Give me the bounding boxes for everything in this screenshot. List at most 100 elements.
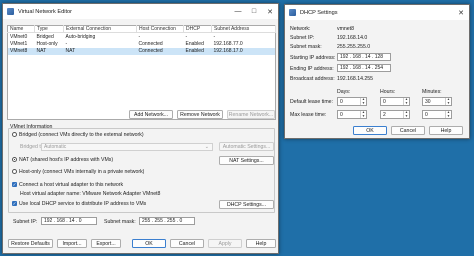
cell-host: Connected — [136, 47, 184, 56]
table-row-selected[interactable]: VMnet8 NAT NAT Connected Enabled 192.168… — [7, 47, 276, 56]
add-network-button[interactable]: Add Network... — [129, 110, 173, 119]
spinner-value: 2 — [383, 111, 386, 118]
default-lease-label: Default lease time: — [290, 99, 333, 105]
dhcp-cancel-button[interactable]: Cancel — [391, 126, 425, 135]
dhcp-settings-button[interactable]: DHCP Settings... — [219, 200, 274, 209]
bridged-to-value: Automatic — [44, 144, 67, 150]
bridged-radio[interactable] — [12, 132, 17, 137]
connect-adapter-label[interactable]: Connect a host virtual adapter to this n… — [19, 182, 123, 188]
vmware-app-icon — [7, 8, 14, 15]
cell-name: VMnet0 — [10, 33, 28, 40]
nat-settings-button[interactable]: NAT Settings... — [219, 156, 274, 165]
rename-network-button[interactable]: Rename Network... — [227, 110, 275, 119]
host-only-radio[interactable] — [12, 169, 17, 174]
cell-dhcp: Enabled — [183, 47, 212, 56]
column-header[interactable]: DHCP — [183, 25, 212, 34]
max-lease-days-spinner[interactable]: 0 ▲ ▼ — [337, 110, 367, 119]
bridged-to-select[interactable]: Automatic ⌄ — [41, 143, 213, 151]
spinner-value: 0 — [383, 98, 386, 105]
table-header-row: Name Type External Connection Host Conne… — [7, 25, 276, 34]
subnet-ip-field[interactable]: 192 . 168 . 14 . 0 — [41, 217, 97, 225]
window-controls: — □ ✕ — [230, 4, 278, 19]
bridged-radio-label[interactable]: Bridged (connect VMs directly to the ext… — [19, 132, 144, 138]
cell-subnet: - — [213, 33, 216, 40]
subnet-mask-value: 255.255.255.0 — [337, 44, 371, 50]
column-header[interactable]: Host Connection — [136, 25, 184, 34]
help-button[interactable]: Help — [246, 239, 276, 248]
broadcast-value: 192.168.14.255 — [337, 76, 374, 82]
broadcast-label: Broadcast address: — [290, 76, 335, 82]
maximize-button[interactable]: □ — [246, 4, 262, 19]
chevron-down-icon: ⌄ — [204, 144, 209, 150]
use-dhcp-label[interactable]: Use local DHCP service to distribute IP … — [19, 201, 146, 207]
default-lease-hours-spinner[interactable]: 0 ▲ ▼ — [380, 97, 410, 106]
spinner-value: 0 — [340, 111, 343, 118]
apply-button[interactable]: Apply — [208, 239, 242, 248]
spinner-arrows-icon[interactable]: ▲ ▼ — [445, 110, 451, 118]
restore-defaults-button[interactable]: Restore Defaults — [8, 239, 53, 248]
spinner-arrows-icon[interactable]: ▲ ▼ — [403, 97, 409, 105]
host-only-radio-label[interactable]: Host-only (connect VMs internally in a p… — [19, 169, 144, 175]
cell-dhcp: Enabled — [185, 40, 204, 47]
spinner-value: 0 — [425, 111, 428, 118]
subnet-ip-label: Subnet IP: — [13, 219, 38, 225]
subnet-ip-value: 192.168.14.0 — [337, 35, 368, 41]
networks-table: Name Type External Connection Host Conne… — [7, 25, 276, 120]
max-lease-hours-spinner[interactable]: 2 ▲ ▼ — [380, 110, 410, 119]
use-dhcp-checkbox[interactable]: ✓ — [12, 201, 17, 206]
default-lease-days-spinner[interactable]: 0 ▲ ▼ — [337, 97, 367, 106]
import-button[interactable]: Import... — [57, 239, 87, 248]
nat-radio-label[interactable]: NAT (shared host's IP address with VMs) — [19, 157, 113, 163]
cell-external: - — [65, 40, 68, 47]
automatic-settings-button[interactable]: Automatic Settings... — [219, 142, 274, 151]
starting-ip-field[interactable]: 192 . 168 . 14 . 128 — [337, 53, 391, 61]
ending-ip-field[interactable]: 192 . 168 . 14 . 254 — [337, 64, 391, 72]
window-title: Virtual Network Editor — [18, 8, 72, 15]
network-value: vmnet8 — [337, 26, 355, 32]
virtual-network-editor-window: Virtual Network Editor — □ ✕ Name Type E… — [2, 3, 279, 254]
table-row[interactable]: VMnet0 Bridged Auto-bridging - - - — [8, 33, 276, 40]
dhcp-help-button[interactable]: Help — [429, 126, 463, 135]
spinner-arrows-icon[interactable]: ▲ ▼ — [445, 97, 451, 105]
cell-type: Host-only — [36, 40, 58, 47]
table-row[interactable]: VMnet1 Host-only - Connected Enabled 192… — [8, 40, 276, 47]
ok-button[interactable]: OK — [132, 239, 166, 248]
adapter-name-text: Host virtual adapter name: VMware Networ… — [20, 191, 161, 197]
close-button[interactable]: ✕ — [262, 4, 278, 19]
spinner-value: 0 — [340, 98, 343, 105]
ending-ip-label: Ending IP address: — [290, 66, 334, 72]
spinner-arrows-icon[interactable]: ▲ ▼ — [360, 97, 366, 105]
cell-name: VMnet1 — [10, 40, 28, 47]
vmware-app-icon — [289, 9, 296, 16]
dhcp-settings-window: DHCP Settings ✕ Network: vmnet8 Subnet I… — [284, 4, 470, 139]
subnet-ip-label: Subnet IP: — [290, 35, 315, 41]
column-header[interactable]: Name — [7, 25, 35, 34]
hours-column-header: Hours: — [380, 89, 396, 95]
spinner-arrows-icon[interactable]: ▲ ▼ — [403, 110, 409, 118]
cell-name: VMnet8 — [7, 47, 35, 56]
connect-adapter-checkbox[interactable]: ✓ — [12, 182, 17, 187]
cell-type: Bridged — [36, 33, 54, 40]
remove-network-button[interactable]: Remove Network — [177, 110, 223, 119]
spinner-value: 30 — [425, 98, 431, 105]
column-header[interactable]: Subnet Address — [211, 25, 276, 34]
cell-external: Auto-bridging — [65, 33, 96, 40]
max-lease-minutes-spinner[interactable]: 0 ▲ ▼ — [422, 110, 452, 119]
dhcp-ok-button[interactable]: OK — [353, 126, 387, 135]
subnet-mask-label: Subnet mask: — [104, 219, 136, 225]
cell-type: NAT — [34, 47, 64, 56]
starting-ip-label: Starting IP address: — [290, 55, 336, 61]
cell-host: - — [138, 33, 141, 40]
default-lease-minutes-spinner[interactable]: 30 ▲ ▼ — [422, 97, 452, 106]
minimize-button[interactable]: — — [230, 4, 246, 19]
cancel-button[interactable]: Cancel — [170, 239, 204, 248]
column-header[interactable]: Type — [34, 25, 64, 34]
spinner-arrows-icon[interactable]: ▲ ▼ — [360, 110, 366, 118]
column-header[interactable]: External Connection — [63, 25, 137, 34]
dhcp-close-button[interactable]: ✕ — [453, 5, 469, 20]
subnet-mask-field[interactable]: 255 . 255 . 255 . 0 — [139, 217, 195, 225]
export-button[interactable]: Export... — [91, 239, 121, 248]
cell-subnet: 192.168.17.0 — [211, 47, 276, 56]
cell-dhcp: - — [185, 33, 188, 40]
nat-radio[interactable] — [12, 157, 17, 162]
